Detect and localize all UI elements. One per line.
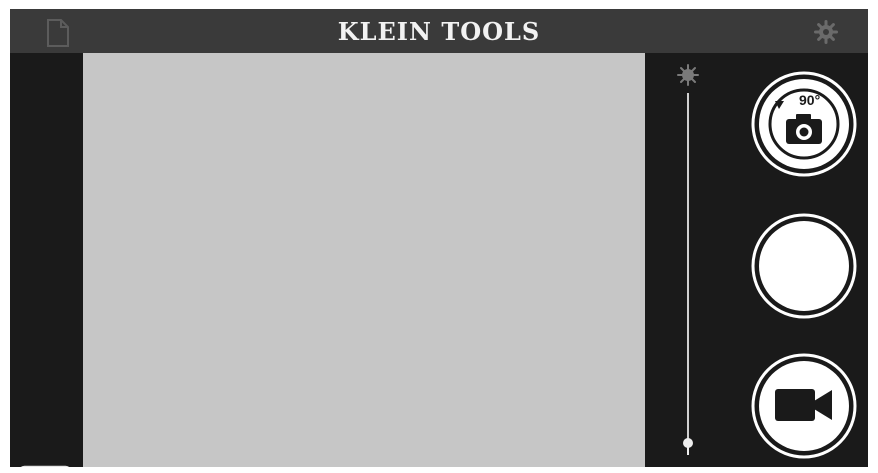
rotate-capture-button[interactable]: 90° — [751, 71, 857, 177]
record-video-button[interactable] — [751, 353, 857, 459]
battery-icon — [20, 465, 70, 467]
gear-icon[interactable] — [814, 20, 838, 44]
device-screen: KLEIN TOOLS 90° — [10, 9, 868, 467]
camera-viewfinder[interactable] — [83, 53, 645, 467]
slider-handle[interactable] — [683, 438, 693, 455]
file-icon[interactable] — [46, 19, 70, 47]
shutter-button[interactable] — [751, 213, 857, 319]
sun-icon — [677, 64, 699, 86]
rotate-angle-label: 90° — [799, 92, 820, 108]
left-status-panel — [10, 53, 83, 467]
brightness-slider[interactable] — [668, 61, 708, 461]
brand-logo: KLEIN TOOLS — [337, 17, 541, 46]
header-bar: KLEIN TOOLS — [10, 9, 868, 53]
